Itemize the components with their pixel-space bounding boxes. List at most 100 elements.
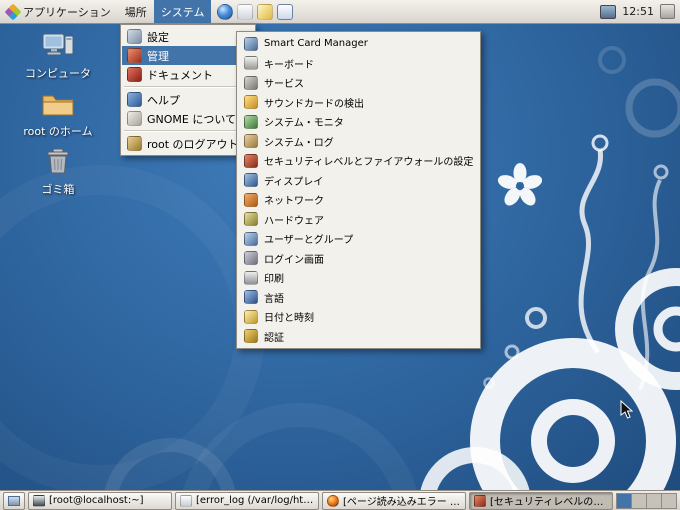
submenu-item-label: ディスプレイ [264,176,324,188]
taskbar-window-terminal[interactable]: [root@localhost:~] [28,491,172,510]
menu-item-label: GNOME について [147,112,237,126]
taskbar-window-page-load-error[interactable]: [ページ読み込みエラー - ...] [322,491,466,510]
submenu-item-label: セキュリティレベルとファイアウォールの設定 [264,157,474,169]
about-gnome-icon [127,111,142,126]
submenu-item-authentication[interactable]: 認証 [238,327,479,347]
panel-right-area: 12:51 [600,4,680,19]
web-browser-launcher-icon[interactable] [217,3,234,20]
submenu-item-date-time[interactable]: 日付と時刻 [238,307,479,327]
terminal-icon [33,494,45,507]
menu-item-about-gnome[interactable]: GNOME について [122,109,254,128]
volume-icon[interactable] [660,4,675,19]
home-folder-icon [42,95,74,116]
services-icon [244,75,258,90]
desktop-icon-trash[interactable]: ゴミ箱 [14,144,102,196]
writer-launcher-icon[interactable] [277,3,294,20]
submenu-item-users-groups[interactable]: ユーザーとグループ [238,229,479,249]
display-applet-icon[interactable] [600,4,617,19]
submenu-item-label: サウンドカードの検出 [264,98,364,110]
submenu-item-printing[interactable]: 印刷 [238,268,479,288]
submenu-item-system-monitor[interactable]: システム・モニタ [238,112,479,132]
authentication-icon [244,329,258,344]
menu-applications[interactable]: アプリケーション [0,0,118,23]
taskbar-window-label: [root@localhost:~] [49,495,144,506]
taskbar-window-security-level[interactable]: [セキュリティレベルの設定] [469,491,613,510]
show-desktop-button[interactable] [3,491,25,510]
taskbar-window-label: [セキュリティレベルの設定] [490,497,608,508]
security-config-icon [474,494,486,507]
system-monitor-icon [244,114,258,129]
submenu-item-label: 印刷 [264,274,284,286]
menu-item-logout[interactable]: root のログアウト... [122,134,254,153]
clock[interactable]: 12:51 [622,5,654,18]
language-icon [244,290,258,305]
menu-system-label: システム [160,5,205,19]
menu-item-label: root のログアウト... [147,137,250,151]
administration-submenu: Smart Card Manager キーボード サービス サウンドカードの検出… [236,31,482,349]
submenu-item-services[interactable]: サービス [238,73,479,93]
smart-card-icon [244,36,258,51]
submenu-item-label: システム・ログ [264,137,334,149]
workspace-3[interactable] [647,493,662,508]
menu-item-documentation[interactable]: ドキュメント ▶ [122,65,254,84]
menu-system[interactable]: システム [153,0,212,23]
printing-icon [244,270,258,285]
distro-logo-icon [4,3,22,20]
menu-item-label: 管理 [147,49,169,63]
submenu-item-network[interactable]: ネットワーク [238,190,479,210]
firefox-icon [327,494,339,507]
menu-applications-label: アプリケーション [23,5,111,19]
menu-separator [124,86,253,88]
taskbar-window-label: [ページ読み込みエラー - ...] [343,497,461,508]
menu-item-label: ヘルプ [147,93,180,107]
submenu-item-system-log[interactable]: システム・ログ [238,132,479,152]
documentation-icon [127,67,142,82]
workspace-switcher [616,492,677,509]
desktop-icon-label: ゴミ箱 [41,183,75,196]
submenu-item-label: ハードウェア [264,215,324,227]
workspace-1[interactable] [617,493,632,508]
submenu-item-soundcard-detect[interactable]: サウンドカードの検出 [238,93,479,113]
desktop-icon-computer[interactable]: コンピュータ [14,28,102,80]
taskbar-window-error-log[interactable]: [error_log (/var/log/httpd)] [175,491,319,510]
text-editor-icon [180,494,192,507]
menu-item-label: 設定 [147,30,169,44]
submenu-item-label: サービス [264,79,304,91]
submenu-item-hardware[interactable]: ハードウェア [238,210,479,230]
menu-item-help[interactable]: ヘルプ [122,90,254,109]
submenu-item-label: キーボード [264,59,314,71]
submenu-item-label: ネットワーク [264,196,324,208]
computer-icon [42,33,74,56]
email-launcher-icon[interactable] [237,3,254,20]
bottom-panel: [root@localhost:~] [error_log (/var/log/… [0,490,680,510]
panel-launchers [217,0,294,23]
network-icon [244,192,258,207]
workspace-4[interactable] [662,493,676,508]
submenu-item-label: システム・モニタ [264,118,344,130]
submenu-item-label: ユーザーとグループ [264,235,354,247]
menu-places[interactable]: 場所 [118,0,154,23]
trash-icon [47,148,69,174]
submenu-item-language[interactable]: 言語 [238,288,479,308]
show-desktop-icon [8,495,20,506]
workspace-2[interactable] [632,493,647,508]
date-time-icon [244,309,258,324]
submenu-item-login-screen[interactable]: ログイン画面 [238,249,479,269]
menu-item-administration[interactable]: 管理 ▶ [122,46,255,65]
submenu-item-display[interactable]: ディスプレイ [238,171,479,191]
notes-launcher-icon[interactable] [257,3,274,20]
submenu-item-label: ログイン画面 [264,254,324,266]
submenu-item-keyboard[interactable]: キーボード [238,54,479,74]
soundcard-detect-icon [244,95,258,110]
menu-item-preferences[interactable]: 設定 ▶ [122,27,254,46]
desktop-icons: コンピュータ root のホーム ゴミ箱 [14,28,102,196]
submenu-item-security-firewall[interactable]: セキュリティレベルとファイアウォールの設定 [238,151,479,171]
desktop-icon-label: root のホーム [23,125,93,138]
login-screen-icon [244,251,258,266]
firewall-icon [244,153,258,168]
preferences-icon [127,29,142,44]
display-icon [244,173,258,188]
submenu-item-label: 日付と時刻 [264,313,314,325]
desktop-icon-home[interactable]: root のホーム [14,86,102,138]
submenu-item-smart-card-manager[interactable]: Smart Card Manager [238,34,479,54]
